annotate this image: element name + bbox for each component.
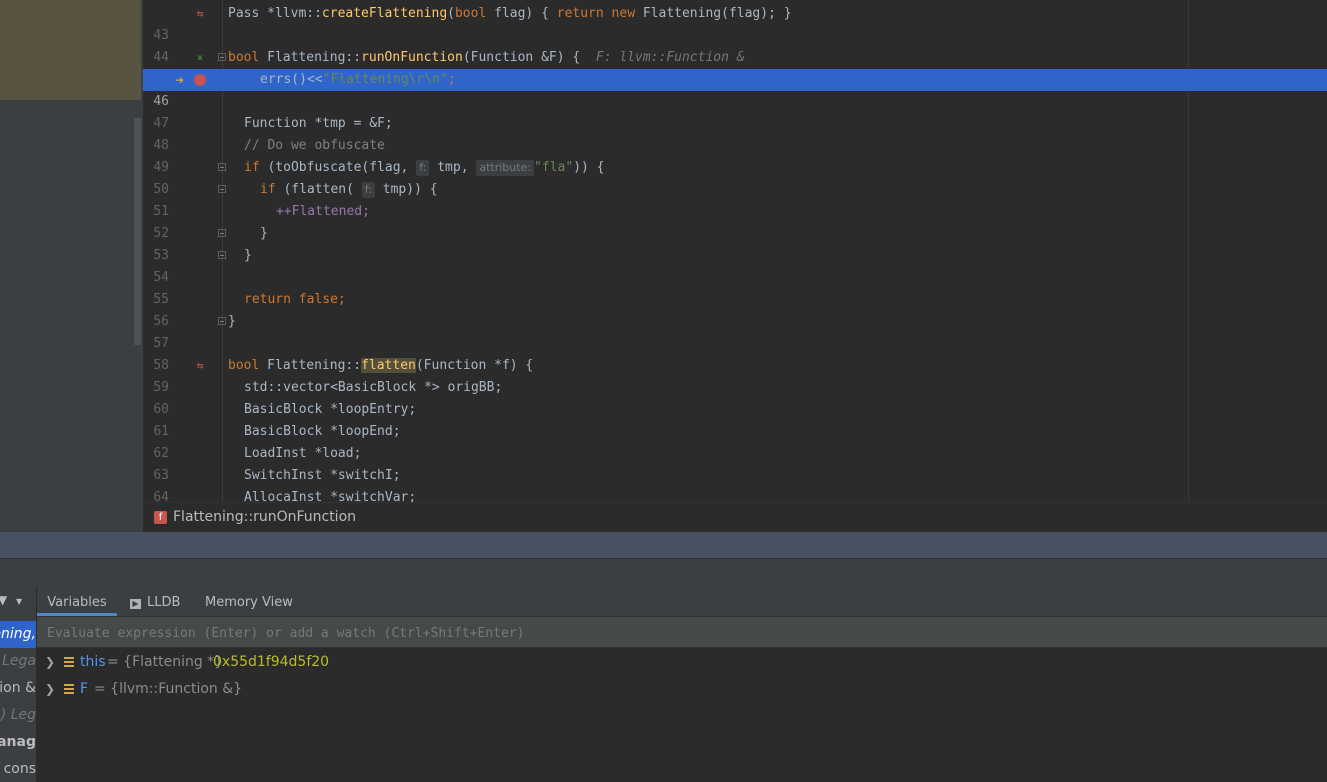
code-line-52[interactable]: 52 ++Flattened;	[143, 201, 1327, 241]
code-line-62[interactable]: 62 BasicBlock *loopEnd;	[143, 421, 1327, 461]
evaluate-expression-input[interactable]	[45, 622, 1319, 644]
frame-row[interactable]: &) Leg	[0, 702, 36, 729]
debug-tool-header	[0, 532, 1327, 558]
field-icon	[64, 657, 74, 667]
override-arrows-icon[interactable]: ⇆	[193, 3, 207, 25]
panel-thumbnail	[0, 0, 141, 100]
fold-toggle-icon[interactable]	[218, 251, 226, 259]
breadcrumb-label[interactable]: Flattening::runOnFunction	[173, 509, 356, 525]
code-line-60[interactable]: 60 std::vector<BasicBlock *> origBB;	[143, 377, 1327, 417]
override-arrows-icon[interactable]: ⇆	[193, 355, 207, 377]
frames-filter-icon[interactable]: ▼	[0, 593, 7, 607]
breakpoint-icon[interactable]	[194, 74, 206, 86]
variable-type: = {Flattening *}	[107, 654, 224, 670]
code-line-47[interactable]: 47	[143, 91, 1327, 131]
debugger-tabs: Variables ▶ LLDB Memory View	[37, 587, 1327, 617]
chevron-down-icon[interactable]: ▼	[16, 597, 22, 606]
code-line-55[interactable]: 55	[143, 267, 1327, 307]
console-icon: ▶	[130, 599, 141, 609]
param-hint: f:	[416, 160, 430, 176]
fold-toggle-icon[interactable]	[218, 163, 226, 171]
code-line-54[interactable]: 54 }	[143, 245, 1327, 285]
variables-tree: ❯ this = {Flattening *} 0x55d1f94d5f20 ❯…	[37, 648, 1327, 782]
frames-panel: ▼ ▼ tening, Lega ion & &) Leg anag cons	[0, 587, 36, 782]
code-line-59[interactable]: 59 ⇆ bool Flattening::flatten(Function *…	[143, 355, 1327, 395]
left-panel-scrollbar[interactable]	[134, 118, 141, 345]
field-icon	[64, 684, 74, 694]
variable-value: 0x55d1f94d5f20	[213, 654, 330, 670]
fold-toggle-icon[interactable]	[218, 317, 226, 325]
code-line-45[interactable]: 45 ✕ bool Flattening::runOnFunction(Func…	[143, 47, 1327, 87]
variable-row[interactable]: ❯ F = {llvm::Function &}	[37, 676, 1327, 703]
breadcrumb[interactable]: f Flattening::runOnFunction	[143, 502, 1327, 533]
expand-arrow-icon[interactable]: ❯	[45, 676, 55, 703]
tab-memory-view[interactable]: Memory View	[205, 587, 293, 616]
inline-debug-hint: F: llvm::Function &	[595, 50, 745, 65]
left-side-panel	[0, 0, 143, 532]
fold-toggle-icon[interactable]	[218, 229, 226, 237]
tab-variables[interactable]: Variables	[37, 587, 117, 616]
code-line-53[interactable]: 53 }	[143, 223, 1327, 263]
frame-row[interactable]: cons	[0, 756, 36, 782]
fold-toggle-icon[interactable]	[218, 185, 226, 193]
code-line-63[interactable]: 63 LoadInst *load;	[143, 443, 1327, 483]
frame-row[interactable]: Lega	[0, 648, 36, 675]
code-line-56[interactable]: 56 return false;	[143, 289, 1327, 329]
expand-arrow-icon[interactable]: ❯	[45, 649, 55, 676]
tab-lldb[interactable]: ▶ LLDB	[130, 587, 180, 616]
frame-row[interactable]: tening,	[0, 621, 36, 648]
code-line-48[interactable]: 48 Function *tmp = &F;	[143, 113, 1327, 153]
code-line-61[interactable]: 61 BasicBlock *loopEntry;	[143, 399, 1327, 439]
code-line-44[interactable]: 44	[143, 25, 1327, 65]
code-line-65[interactable]: 65 AllocaInst *switchVar;	[143, 487, 1327, 502]
code-line-43[interactable]: 43 ⇆ Pass *llvm::createFlattening(bool f…	[143, 3, 1327, 43]
param-hint: f:	[361, 182, 375, 198]
code-line-46-current[interactable]: 46 ➔ errs()<<"Flattening\r\n";	[143, 69, 1327, 109]
function-icon: f	[154, 511, 167, 524]
code-line-50[interactable]: 50 if (toObfuscate(flag, f: tmp, attribu…	[143, 157, 1327, 197]
code-line-49[interactable]: 49 // Do we obfuscate	[143, 135, 1327, 175]
code-line-58[interactable]: 58	[143, 333, 1327, 373]
implementation-cross-icon[interactable]: ✕	[193, 47, 207, 69]
code-editor[interactable]: 43 ⇆ Pass *llvm::createFlattening(bool f…	[143, 0, 1327, 502]
evaluate-expression-bar	[37, 617, 1327, 648]
variable-type: = {llvm::Function &}	[94, 681, 243, 697]
execution-pointer-icon: ➔	[175, 71, 185, 89]
variable-name: this	[80, 654, 106, 670]
variable-name: F	[80, 681, 89, 697]
fold-toggle-icon[interactable]	[218, 53, 226, 61]
variable-row[interactable]: ❯ this = {Flattening *} 0x55d1f94d5f20	[37, 649, 1327, 676]
code-line-51[interactable]: 51 if (flatten( f: tmp)) {	[143, 179, 1327, 219]
code-line-57[interactable]: 57 }	[143, 311, 1327, 351]
frame-row[interactable]: ion &	[0, 675, 36, 702]
code-line-64[interactable]: 64 SwitchInst *switchI;	[143, 465, 1327, 502]
debug-toolbar	[0, 558, 1327, 587]
param-hint: attribute:	[476, 160, 535, 176]
frame-row[interactable]: anag	[0, 729, 36, 756]
